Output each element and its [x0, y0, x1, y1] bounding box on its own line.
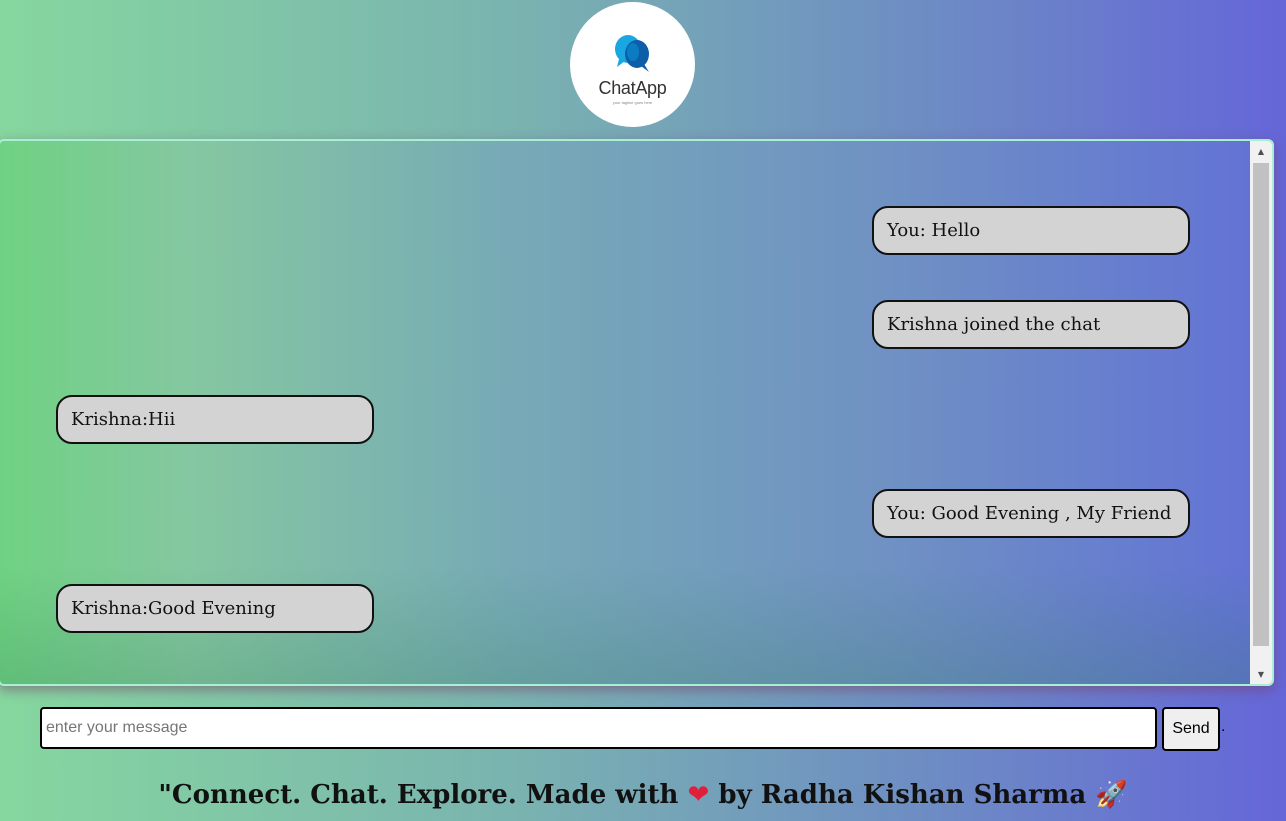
chat-messages-panel[interactable]: You: Hello Krishna joined the chat Krish…: [0, 139, 1274, 686]
scrollbar-thumb[interactable]: [1253, 163, 1269, 646]
message-bubble: You: Good Evening , My Friend: [872, 489, 1190, 538]
message-bubble: Krishna:Good Evening: [56, 584, 374, 633]
chat-scrollbar[interactable]: ▲ ▼: [1250, 141, 1272, 684]
message-bubble: Krishna joined the chat: [872, 300, 1190, 349]
scroll-down-arrow-icon[interactable]: ▼: [1250, 664, 1272, 684]
footer-tagline: "Connect. Chat. Explore. Made with ❤ by …: [0, 780, 1286, 810]
message-input[interactable]: [40, 707, 1157, 749]
logo-title: ChatApp: [598, 78, 667, 98]
footer-text-after: by Radha Kishan Sharma: [718, 780, 1087, 810]
logo-tagline: your tagline goes here: [612, 100, 653, 105]
heart-icon: ❤: [687, 780, 710, 810]
chat-bubbles-icon: [614, 35, 649, 72]
trailing-dot: .: [1221, 718, 1226, 735]
message-bubble: You: Hello: [872, 206, 1190, 255]
scroll-up-arrow-icon[interactable]: ▲: [1250, 141, 1272, 161]
app-logo: ChatApp your tagline goes here: [570, 2, 695, 127]
message-bubble: Krishna:Hii: [56, 395, 374, 444]
send-button[interactable]: Send: [1162, 707, 1220, 751]
footer-text-before: "Connect. Chat. Explore. Made with: [158, 780, 679, 810]
rocket-icon: 🚀: [1095, 780, 1128, 810]
